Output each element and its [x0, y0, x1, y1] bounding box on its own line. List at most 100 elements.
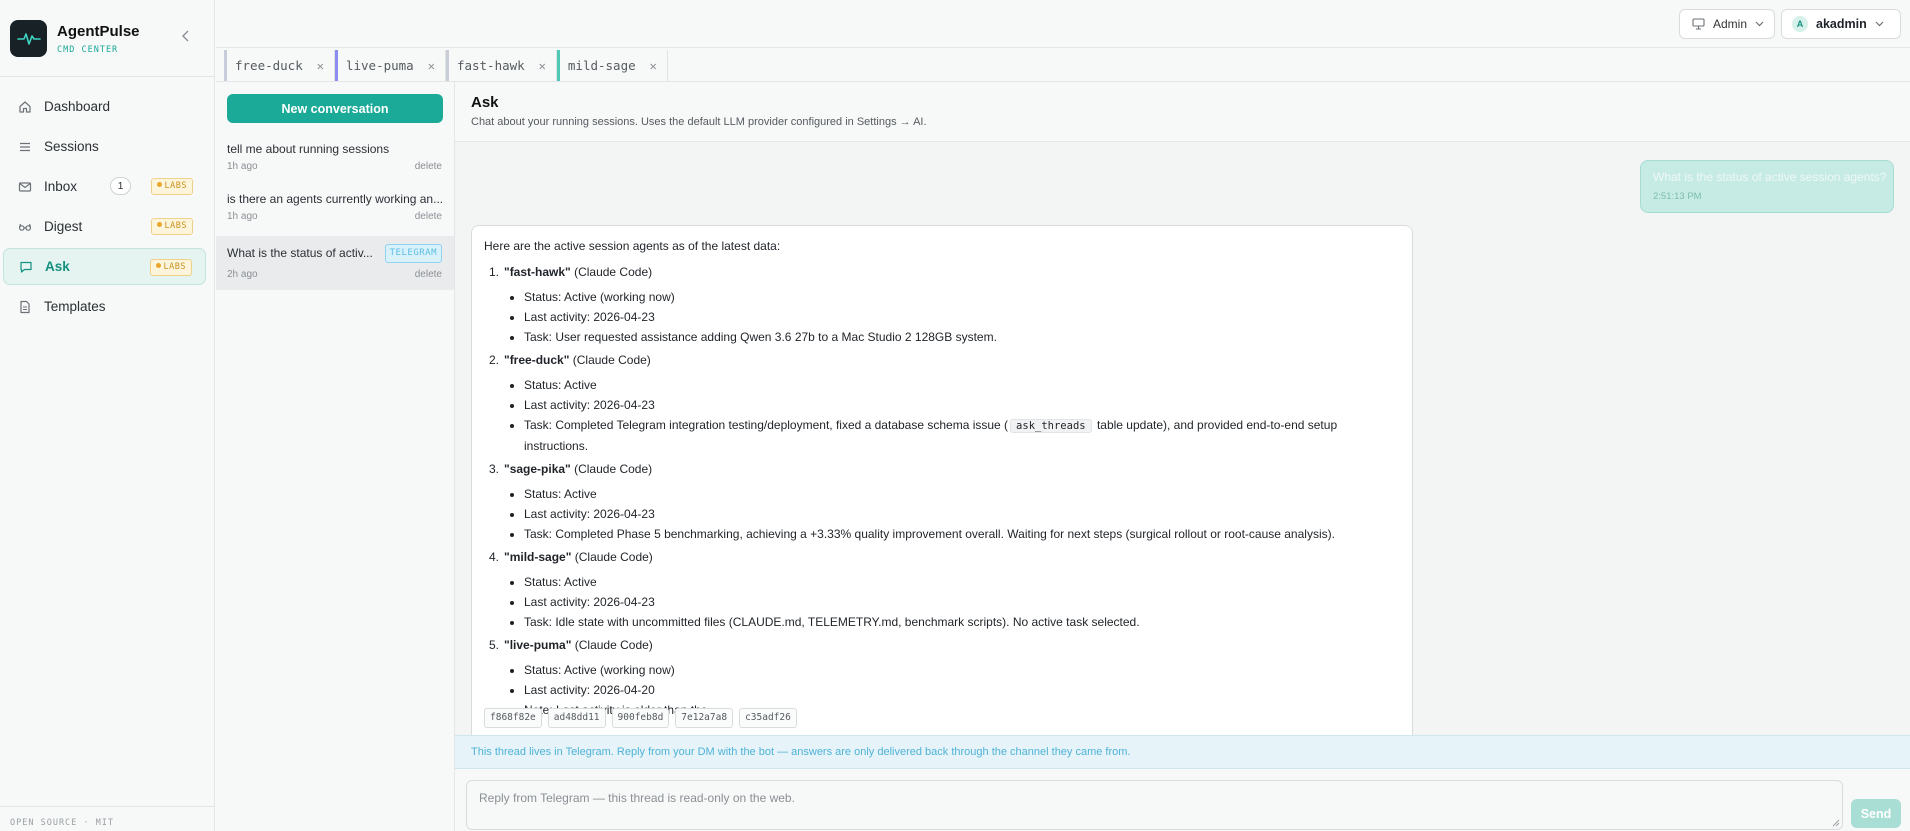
- session-ref-chip[interactable]: c35adf26: [739, 708, 797, 728]
- conversation-title: is there an agents currently working an.…: [227, 192, 444, 206]
- agent-entry: 3. "sage-pika" (Claude Code): [489, 462, 653, 476]
- agent-details: Status: Active Last activity: 2026-04-23…: [484, 572, 1404, 632]
- list-item: Last activity: 2026-04-23: [524, 592, 1404, 612]
- labs-badge: LABS: [149, 259, 192, 276]
- send-button[interactable]: Send: [1851, 799, 1901, 828]
- agent-details: Status: Active Last activity: 2026-04-23…: [484, 375, 1404, 456]
- session-ref-chip[interactable]: f868f82e: [484, 708, 542, 728]
- tab-color-bar: [445, 50, 449, 81]
- tab-mild-sage[interactable]: mild-sage ✕: [556, 50, 668, 81]
- tab-color-bar: [334, 50, 338, 81]
- close-icon[interactable]: ✕: [650, 59, 657, 73]
- list-item: Status: Active (working now): [524, 287, 1404, 307]
- sidebar-item-label: Sessions: [44, 139, 99, 154]
- list-item: Status: Active: [524, 375, 1404, 395]
- labs-badge: LABS: [150, 178, 193, 195]
- conversation-time: 2h ago: [227, 269, 258, 280]
- telegram-badge: TELEGRAM: [384, 244, 442, 263]
- mail-icon: [17, 179, 32, 194]
- tab-free-duck[interactable]: free-duck ✕: [224, 50, 335, 81]
- brand-name: AgentPulse: [57, 22, 140, 40]
- monitor-icon: [1692, 18, 1705, 30]
- tab-live-puma[interactable]: live-puma ✕: [334, 50, 446, 81]
- sidebar: AgentPulse CMD CENTER Dashboard Sessions…: [0, 0, 215, 831]
- agent-details: Status: Active Last activity: 2026-04-23…: [484, 484, 1404, 544]
- sidebar-footer: OPEN SOURCE · MIT: [10, 818, 114, 828]
- sidebar-item-label: Inbox: [44, 179, 78, 194]
- conversation-item-active[interactable]: What is the status of activ... TELEGRAM …: [216, 236, 454, 290]
- sidebar-item-sessions[interactable]: Sessions: [3, 128, 206, 165]
- sidebar-item-label: Digest: [44, 219, 83, 234]
- list-item: Task: User requested assistance adding Q…: [524, 327, 1404, 347]
- agent-entry: 1. "fast-hawk" (Claude Code): [489, 265, 653, 279]
- conversation-title: tell me about running sessions: [227, 142, 390, 156]
- tab-fast-hawk[interactable]: fast-hawk ✕: [445, 50, 557, 81]
- sidebar-item-dashboard[interactable]: Dashboard: [3, 88, 206, 125]
- conversation-time: 1h ago: [227, 161, 258, 172]
- chat-header: Ask Chat about your running sessions. Us…: [455, 82, 1910, 142]
- assistant-message: Here are the active session agents as of…: [471, 225, 1413, 737]
- session-ref-chip[interactable]: ad48dd11: [547, 708, 606, 728]
- delete-conversation-link[interactable]: delete: [415, 269, 442, 280]
- agent-details: Status: Active (working now) Last activi…: [484, 287, 1404, 347]
- avatar: A: [1792, 16, 1808, 32]
- delete-conversation-link[interactable]: delete: [415, 161, 442, 172]
- user-name: akadmin: [1816, 17, 1867, 31]
- file-icon: [17, 299, 32, 314]
- admin-label: Admin: [1713, 17, 1748, 31]
- reply-intro: Here are the active session agents as of…: [484, 239, 781, 253]
- chevron-down-icon: [1875, 21, 1884, 27]
- agent-entry: 5. "live-puma" (Claude Code): [489, 638, 653, 652]
- list-item: Status: Active (working now): [524, 660, 1404, 680]
- home-icon: [17, 99, 32, 114]
- glasses-icon: [17, 219, 32, 234]
- delete-conversation-link[interactable]: delete: [415, 211, 442, 222]
- list-item: Task: Completed Phase 5 benchmarking, ac…: [524, 524, 1404, 544]
- collapse-sidebar-button[interactable]: [178, 28, 194, 44]
- admin-menu-button[interactable]: Admin: [1679, 9, 1775, 39]
- reply-placeholder: Reply from Telegram — this thread is rea…: [479, 791, 795, 805]
- conversation-item[interactable]: is there an agents currently working an.…: [216, 186, 454, 236]
- tab-color-bar: [224, 50, 227, 81]
- list-item: Status: Active: [524, 572, 1404, 592]
- sidebar-item-templates[interactable]: Templates: [3, 288, 206, 325]
- top-bar: Admin A akadmin: [216, 0, 1910, 47]
- code-snippet: ask_threads: [1010, 419, 1092, 433]
- close-icon[interactable]: ✕: [428, 59, 435, 73]
- sidebar-item-label: Templates: [44, 299, 106, 314]
- chevron-down-icon: [1755, 21, 1764, 27]
- sidebar-item-digest[interactable]: Digest LABS: [3, 208, 206, 245]
- user-menu-button[interactable]: A akadmin: [1781, 9, 1901, 39]
- sidebar-item-inbox[interactable]: Inbox 1 LABS: [3, 168, 206, 205]
- list-item: Last activity: 2026-04-23: [524, 395, 1404, 415]
- session-ref-chip[interactable]: 7e12a7a8: [675, 708, 734, 728]
- new-conversation-button[interactable]: New conversation: [227, 94, 443, 123]
- labs-badge: LABS: [150, 218, 193, 235]
- close-icon[interactable]: ✕: [317, 59, 324, 73]
- sidebar-item-label: Ask: [45, 259, 70, 274]
- close-icon[interactable]: ✕: [539, 59, 546, 73]
- tab-label: mild-sage: [567, 58, 636, 73]
- tab-label: fast-hawk: [456, 58, 525, 73]
- list-item: Task: Completed Telegram integration tes…: [524, 415, 1404, 456]
- pulse-logo-icon: [10, 20, 47, 57]
- user-message: What is the status of active session age…: [1640, 160, 1894, 213]
- list-item: Last activity: 2026-04-23: [524, 504, 1404, 524]
- list-item: Task: Idle state with uncommitted files …: [524, 612, 1404, 632]
- chevron-left-icon: [182, 30, 189, 42]
- session-refs: f868f82e ad48dd11 900feb8d 7e12a7a8 c35a…: [484, 708, 797, 728]
- conversation-item[interactable]: tell me about running sessions 1h ago de…: [216, 136, 454, 186]
- agent-entry: 4. "mild-sage" (Claude Code): [489, 550, 653, 564]
- composer: Reply from Telegram — this thread is rea…: [455, 769, 1910, 831]
- conversation-title: What is the status of activ...: [227, 246, 373, 260]
- conversation-time: 1h ago: [227, 211, 258, 222]
- page-title: Ask: [471, 94, 499, 111]
- sidebar-footer-divider: [0, 806, 215, 807]
- resize-grip-icon[interactable]: [1832, 819, 1840, 827]
- reply-input[interactable]: Reply from Telegram — this thread is rea…: [466, 780, 1843, 830]
- sidebar-item-label: Dashboard: [44, 99, 111, 114]
- session-ref-chip[interactable]: 900feb8d: [611, 708, 670, 728]
- sidebar-item-ask[interactable]: Ask LABS: [3, 248, 206, 285]
- user-message-time: 2:51:13 PM: [1653, 191, 1702, 202]
- brand[interactable]: AgentPulse CMD CENTER: [10, 20, 140, 57]
